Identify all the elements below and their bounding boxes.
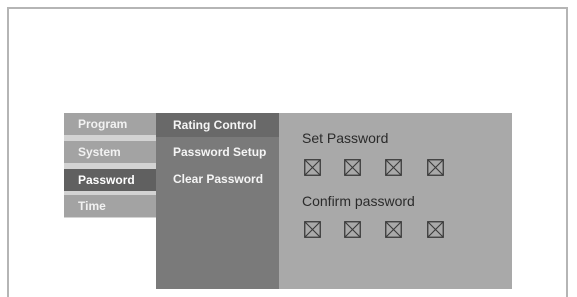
submenu-item-label: Rating Control	[173, 118, 257, 132]
menu-item-label: System	[78, 145, 121, 159]
confirm-password-digit-1[interactable]	[304, 221, 321, 238]
set-password-digit-1[interactable]	[304, 159, 321, 176]
submenu-item-password-setup[interactable]: Password Setup	[156, 140, 279, 164]
menu-item-label: Program	[78, 117, 128, 131]
x-box-icon	[385, 221, 402, 238]
submenu-item-clear-password[interactable]: Clear Password	[156, 167, 279, 191]
set-password-digit-2[interactable]	[344, 159, 361, 176]
osd-setup-menu: Program System Password Time Rating Cont…	[64, 113, 512, 289]
menu-item-label: Time	[78, 199, 106, 213]
menu-item-system[interactable]: System	[64, 141, 156, 163]
set-password-digit-4[interactable]	[427, 159, 444, 176]
x-box-icon	[385, 159, 402, 176]
menu-item-time[interactable]: Time	[64, 195, 156, 217]
main-menu: Program System Password Time	[64, 113, 156, 218]
x-box-icon	[427, 159, 444, 176]
x-box-icon	[304, 221, 321, 238]
x-box-icon	[344, 221, 361, 238]
menu-item-label: Password	[78, 173, 135, 187]
submenu-item-rating-control[interactable]: Rating Control	[156, 113, 279, 137]
set-password-digit-3[interactable]	[385, 159, 402, 176]
x-box-icon	[304, 159, 321, 176]
submenu-item-label: Password Setup	[173, 145, 267, 159]
screen-frame: Program System Password Time Rating Cont…	[7, 7, 568, 297]
password-setup-panel: Set Password Confirm password	[279, 113, 512, 289]
menu-item-password[interactable]: Password	[64, 169, 156, 191]
submenu-item-label: Clear Password	[173, 172, 264, 186]
confirm-password-label: Confirm password	[302, 193, 415, 209]
password-submenu: Rating Control Password Setup Clear Pass…	[156, 113, 279, 289]
confirm-password-digit-3[interactable]	[385, 221, 402, 238]
set-password-label: Set Password	[302, 130, 389, 146]
menu-item-program[interactable]: Program	[64, 113, 156, 135]
confirm-password-digit-2[interactable]	[344, 221, 361, 238]
x-box-icon	[344, 159, 361, 176]
confirm-password-digit-4[interactable]	[427, 221, 444, 238]
x-box-icon	[427, 221, 444, 238]
